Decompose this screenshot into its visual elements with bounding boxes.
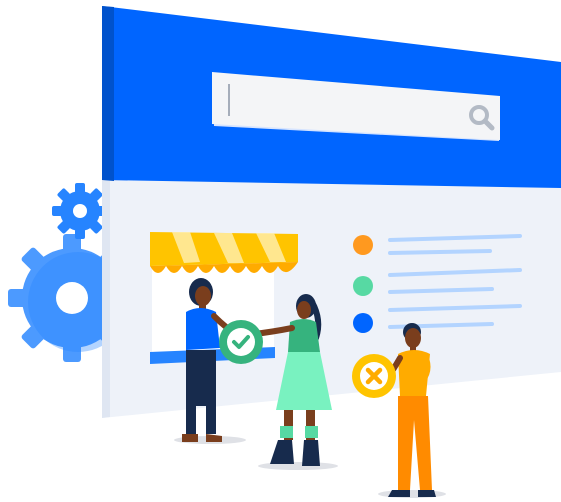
storefront-awning [150,232,298,273]
checkmark-icon [219,320,263,364]
list-bullet [353,235,373,255]
gear-icon [52,183,108,239]
list-bullet [353,313,373,333]
close-icon [352,354,396,398]
illustration [0,0,561,502]
illustration-canvas [8,6,561,498]
search-button[interactable] [462,96,496,130]
list-bullet [353,276,373,296]
